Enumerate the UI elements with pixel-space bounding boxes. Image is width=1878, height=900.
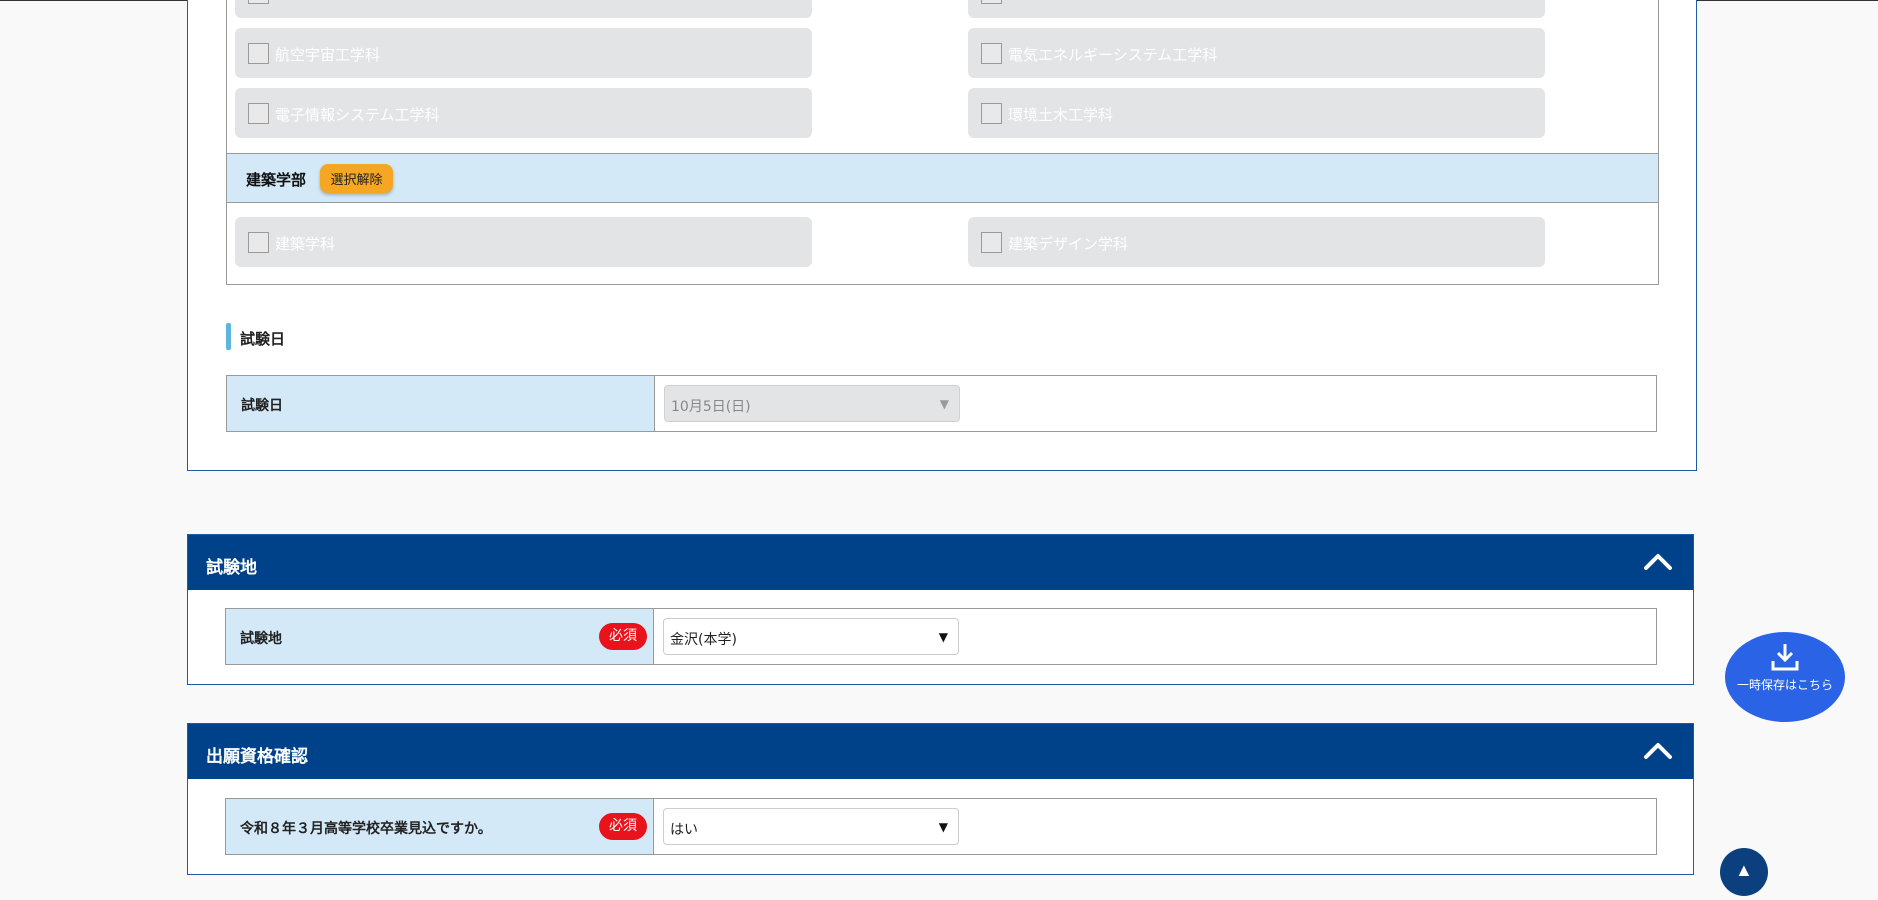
- dept-option-electronic-info[interactable]: 電子情報システム工学科: [235, 88, 812, 138]
- checkbox[interactable]: [248, 232, 269, 253]
- dropdown-arrow-icon: ▼: [938, 820, 948, 834]
- panel-title: 試験地: [206, 558, 257, 578]
- checkbox[interactable]: [981, 43, 1002, 64]
- select-value: 金沢(本学): [670, 632, 737, 648]
- dept-label: 航空宇宙工学科: [275, 46, 381, 64]
- panel-header[interactable]: 出願資格確認: [188, 724, 1693, 779]
- exam-location-select[interactable]: 金沢(本学) ▼: [663, 618, 959, 655]
- arrow-up-icon: ▲: [1735, 860, 1753, 880]
- dept-option-civil-env[interactable]: 環境土木工学科: [968, 88, 1545, 138]
- checkbox[interactable]: [981, 103, 1002, 124]
- temporary-save-button[interactable]: 一時保存はこちら: [1725, 632, 1845, 722]
- clear-selection-button[interactable]: 選択解除: [320, 164, 393, 193]
- row-label: 試験地: [240, 631, 282, 647]
- faculty-header-architecture: 建築学部 選択解除: [227, 153, 1658, 203]
- save-button-label: 一時保存はこちら: [1736, 678, 1833, 692]
- exam-location-row: 試験地 必須 金沢(本学) ▼: [225, 608, 1657, 665]
- eligibility-select[interactable]: はい ▼: [663, 808, 959, 845]
- faculty-box: 航空宇宙工学科 電気エネルギーシステム工学科 電子情報システム工学科 環境土木工…: [226, 0, 1659, 285]
- dept-label: 建築学科: [275, 235, 336, 253]
- required-badge: 必須: [599, 623, 647, 650]
- exam-date-select[interactable]: 10月5日(日) ▼: [664, 385, 960, 422]
- eligibility-row: 令和８年３月高等学校卒業見込ですか。 必須 はい ▼: [225, 798, 1657, 855]
- heading-accent-bar: [226, 323, 231, 350]
- dept-option-partial-left[interactable]: [235, 0, 812, 18]
- panel-title: 出願資格確認: [206, 747, 308, 767]
- checkbox[interactable]: [981, 232, 1002, 253]
- required-badge: 必須: [599, 813, 647, 840]
- row-label-cell: 試験日: [227, 376, 655, 431]
- dept-label: 電気エネルギーシステム工学科: [1008, 46, 1218, 64]
- row-label: 試験日: [241, 398, 283, 414]
- back-to-top-button[interactable]: ▲: [1720, 848, 1768, 896]
- download-icon: [1771, 644, 1799, 671]
- department-card: 航空宇宙工学科 電気エネルギーシステム工学科 電子情報システム工学科 環境土木工…: [187, 0, 1697, 471]
- row-label: 令和８年３月高等学校卒業見込ですか。: [240, 821, 492, 837]
- dept-label: 電子情報システム工学科: [275, 106, 440, 124]
- chevron-up-icon[interactable]: [1643, 551, 1673, 571]
- panel-header[interactable]: 試験地: [188, 535, 1693, 590]
- exam-date-row: 試験日 10月5日(日) ▼: [226, 375, 1657, 432]
- eligibility-panel: 出願資格確認 令和８年３月高等学校卒業見込ですか。 必須 はい ▼: [187, 723, 1694, 875]
- row-label-cell: 試験地 必須: [226, 609, 654, 664]
- dept-label: 建築デザイン学科: [1008, 235, 1129, 253]
- checkbox[interactable]: [248, 103, 269, 124]
- heading-text: 試験日: [240, 330, 286, 348]
- exam-location-panel: 試験地 試験地 必須 金沢(本学) ▼: [187, 534, 1694, 685]
- dropdown-arrow-icon: ▼: [938, 630, 948, 644]
- faculty-name: 建築学部: [246, 171, 307, 189]
- dept-label: 環境土木工学科: [1008, 106, 1114, 124]
- dept-option-aerospace[interactable]: 航空宇宙工学科: [235, 28, 812, 78]
- dept-option-electrical-energy[interactable]: 電気エネルギーシステム工学科: [968, 28, 1545, 78]
- checkbox[interactable]: [248, 43, 269, 64]
- dept-option-architecture[interactable]: 建築学科: [235, 217, 812, 267]
- checkbox[interactable]: [248, 0, 269, 4]
- select-value: 10月5日(日): [671, 399, 751, 415]
- select-value: はい: [670, 822, 698, 838]
- checkbox[interactable]: [981, 0, 1002, 4]
- row-label-cell: 令和８年３月高等学校卒業見込ですか。 必須: [226, 799, 654, 854]
- dept-option-architecture-design[interactable]: 建築デザイン学科: [968, 217, 1545, 267]
- dropdown-arrow-icon: ▼: [939, 397, 949, 411]
- dept-option-partial-right[interactable]: [968, 0, 1545, 18]
- chevron-up-icon[interactable]: [1643, 740, 1673, 760]
